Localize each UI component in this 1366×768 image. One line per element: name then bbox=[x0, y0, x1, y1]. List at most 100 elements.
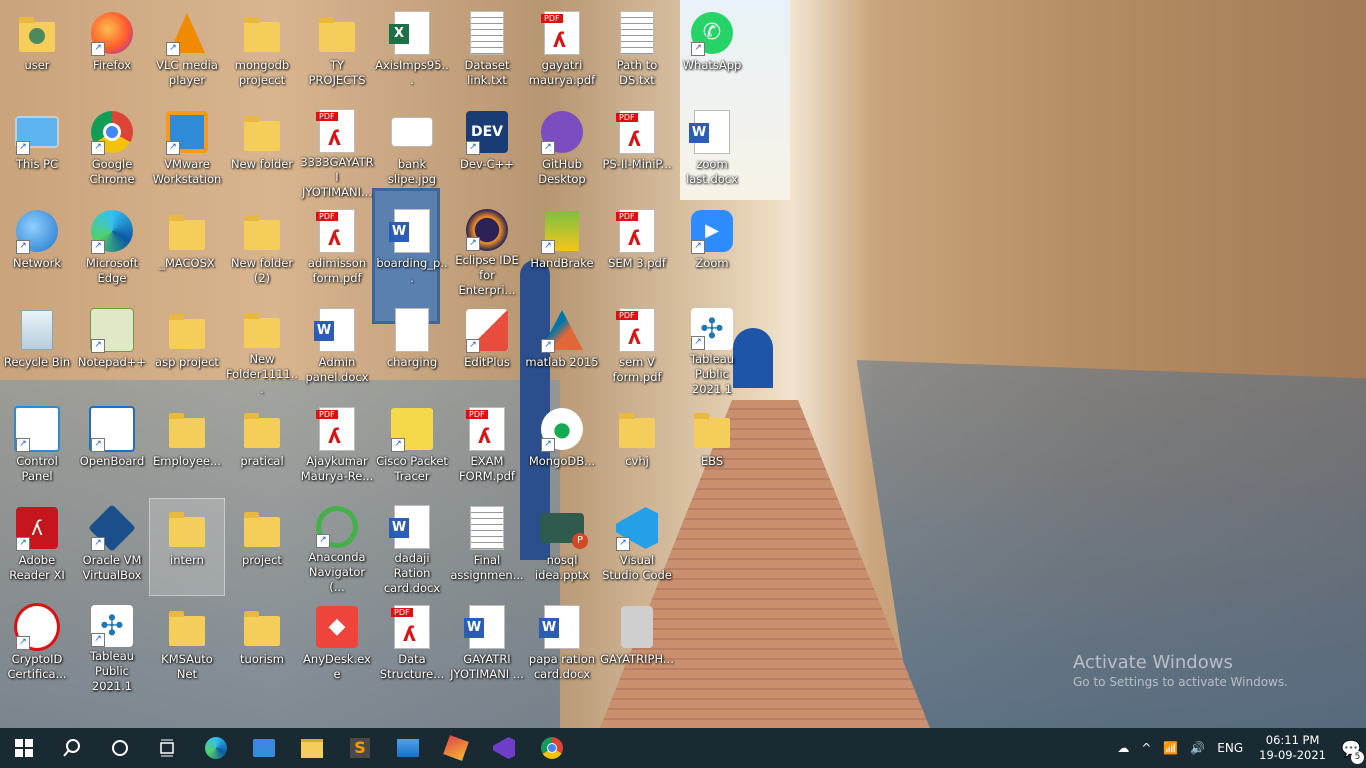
taskbar-edge[interactable] bbox=[192, 728, 240, 768]
desktop-icon-firefox[interactable]: ↗ Firefox bbox=[75, 4, 149, 100]
desktop-icon-papa-ration-card-docx[interactable]: Wpapa ration card.docx bbox=[525, 598, 599, 694]
taskbar-store[interactable] bbox=[240, 728, 288, 768]
desktop-icon-cisco-packet-tracer[interactable]: ↗ Cisco Packet Tracer bbox=[375, 400, 449, 496]
desktop-icon-mongodb[interactable]: ● ↗ MongoDB... bbox=[525, 400, 599, 496]
desktop-icon-anydesk-exe[interactable]: ◆ AnyDesk.exe bbox=[300, 598, 374, 694]
desktop-icon-microsoft-edge[interactable]: ↗ Microsoft Edge bbox=[75, 202, 149, 298]
desktop-icon-tuorism[interactable]: tuorism bbox=[225, 598, 299, 694]
desktop-icon-this-pc[interactable]: ↗ This PC bbox=[0, 103, 74, 199]
file-explorer-icon bbox=[301, 738, 323, 758]
desktop-icon-gayatri-maurya-pdf[interactable]: PDF ʎ gayatri maurya.pdf bbox=[525, 4, 599, 100]
weather-button[interactable]: ☁ bbox=[1111, 741, 1135, 755]
clock-time: 06:11 PM bbox=[1265, 733, 1320, 747]
desktop-icon-sem-3-pdf[interactable]: PDF ʎ SEM 3.pdf bbox=[600, 202, 674, 298]
start-button[interactable] bbox=[0, 728, 48, 768]
desktop-icon-data-structure[interactable]: PDF ʎ Data Structure... bbox=[375, 598, 449, 694]
cortana-button[interactable] bbox=[96, 728, 144, 768]
desktop-icon-charging[interactable]: charging bbox=[375, 301, 449, 397]
desktop-icon-vlc-media-player[interactable]: ↗ VLC media player bbox=[150, 4, 224, 100]
desktop-icon-whatsapp[interactable]: ✆ ↗ WhatsApp bbox=[675, 4, 749, 100]
desktop-icon-cryptoid-certifica[interactable]: ↗ CryptoID Certifica... bbox=[0, 598, 74, 694]
desktop-icon-adimisson-form-pdf[interactable]: PDF ʎ adimisson form.pdf bbox=[300, 202, 374, 298]
folder-icon bbox=[169, 512, 205, 547]
desktop-icon-ajaykumar-maurya-re[interactable]: PDF ʎ Ajaykumar Maurya-Re... bbox=[300, 400, 374, 496]
desktop-icon-intern[interactable]: intern bbox=[149, 498, 225, 596]
desktop-icon-dadaji-ration-card-docx[interactable]: Wdadaji Ration card.docx bbox=[375, 499, 449, 595]
action-center-button[interactable]: 💬 5 bbox=[1336, 739, 1366, 764]
taskbar-app[interactable] bbox=[432, 728, 480, 768]
taskbar-sublime[interactable]: S bbox=[336, 728, 384, 768]
desktop-icon-path-to-ds-txt[interactable]: Path to DS.txt bbox=[600, 4, 674, 100]
desktop-icon-tableau-public-2021-1[interactable]: ✣ ↗ Tableau Public 2021.1 bbox=[75, 598, 149, 694]
language-indicator[interactable]: ENG bbox=[1211, 741, 1249, 755]
desktop-icon-notepad[interactable]: ↗ Notepad++ bbox=[75, 301, 149, 397]
desktop-icon-adobe-reader-xi[interactable]: ʎ ↗ Adobe Reader XI bbox=[0, 499, 74, 595]
desktop-icon-new-folder[interactable]: New folder bbox=[225, 103, 299, 199]
desktop-icon-github-desktop[interactable]: ↗ GitHub Desktop bbox=[525, 103, 599, 199]
desktop-icon-openboard[interactable]: ↗ OpenBoard bbox=[75, 400, 149, 496]
icon-image: ✣ ↗ bbox=[89, 604, 135, 647]
taskbar-chrome[interactable] bbox=[528, 728, 576, 768]
desktop-icon-admin-panel-docx[interactable]: W Admin panel.docx bbox=[300, 301, 374, 397]
desktop-icon-kmsauto-net[interactable]: KMSAuto Net bbox=[150, 598, 224, 694]
show-hidden-icons[interactable]: ^ bbox=[1135, 741, 1157, 755]
desktop-icon-matlab-2015[interactable]: ↗ matlab 2015 bbox=[525, 301, 599, 397]
clock[interactable]: 06:11 PM 19-09-2021 bbox=[1249, 733, 1336, 763]
desktop-icon-asp-project[interactable]: asp project bbox=[150, 301, 224, 397]
desktop-icon-control-panel[interactable]: ↗ Control Panel bbox=[0, 400, 74, 496]
pdf-icon: PDF ʎ bbox=[616, 110, 655, 154]
desktop-icon-macosx[interactable]: _MACOSX bbox=[150, 202, 224, 298]
desktop-icon-gayatriph[interactable]: GAYATRIPH... bbox=[600, 598, 674, 694]
desktop-icon-mongodb-projecct[interactable]: mongodb projecct bbox=[225, 4, 299, 100]
desktop-icon-tableau-public-2021-1[interactable]: ✣ ↗ Tableau Public 2021.1 bbox=[675, 301, 749, 397]
desktop-icon-ebs[interactable]: EBS bbox=[675, 400, 749, 496]
desktop-icon-anaconda-navigator[interactable]: ↗ Anaconda Navigator (... bbox=[300, 499, 374, 595]
volume-button[interactable]: 🔊 bbox=[1184, 741, 1211, 755]
desktop-icon-network[interactable]: ↗ Network bbox=[0, 202, 74, 298]
icon-label: Oracle VM VirtualBox bbox=[82, 553, 142, 582]
desktop-icon-exam-form-pdf[interactable]: PDF ʎ EXAM FORM.pdf bbox=[450, 400, 524, 496]
desktop-icon-ty-projects[interactable]: TY PROJECTS bbox=[300, 4, 374, 100]
desktop-icon-new-folder1111[interactable]: New Folder1111... bbox=[225, 301, 299, 397]
icon-image: ● ↗ bbox=[539, 406, 585, 452]
task-view-button[interactable] bbox=[144, 728, 192, 768]
desktop-icon-editplus[interactable]: ↗ EditPlus bbox=[450, 301, 524, 397]
desktop-icon-user[interactable]: user bbox=[0, 4, 74, 100]
desktop-icon-handbrake[interactable]: ↗ HandBrake bbox=[525, 202, 599, 298]
desktop-icon-recycle-bin[interactable]: Recycle Bin bbox=[0, 301, 74, 397]
cortana-icon bbox=[112, 740, 128, 756]
desktop-icon-nosql-idea-pptx[interactable]: Pnosql idea.pptx bbox=[525, 499, 599, 595]
desktop-icon-boarding-p[interactable]: Wboarding_p... bbox=[375, 202, 449, 298]
desktop-icon-eclipse-ide-for-enterpri[interactable]: ↗ Eclipse IDE for Enterpri... bbox=[450, 202, 524, 298]
shortcut-arrow-icon: ↗ bbox=[466, 237, 480, 251]
desktop-icon-pratical[interactable]: pratical bbox=[225, 400, 299, 496]
desktop-icon-dataset-link-txt[interactable]: Dataset link.txt bbox=[450, 4, 524, 100]
desktop-icon-sem-v-form-pdf[interactable]: PDF ʎ sem V form.pdf bbox=[600, 301, 674, 397]
desktop-icon-new-folder-2[interactable]: New folder (2) bbox=[225, 202, 299, 298]
desktop-icon-zoom-last-docx[interactable]: Wzoom last.docx bbox=[675, 103, 749, 199]
desktop-icon-vmware-workstation[interactable]: ↗ VMware Workstation bbox=[150, 103, 224, 199]
search-button[interactable] bbox=[48, 728, 96, 768]
user-folder-icon bbox=[19, 17, 55, 52]
desktop-icon-gayatri-jyotimani[interactable]: W GAYATRI JYOTIMANI ... bbox=[450, 598, 524, 694]
taskbar: S ☁ ^ 📶 🔊 ENG 06:11 PM 19-09-2021 💬 5 bbox=[0, 728, 1366, 768]
desktop-icon-final-assignmen[interactable]: Final assignmen... bbox=[450, 499, 524, 595]
taskbar-visual-studio[interactable] bbox=[480, 728, 528, 768]
desktop-icon-visual-studio-code[interactable]: ↗ Visual Studio Code bbox=[600, 499, 674, 595]
taskbar-photos[interactable] bbox=[384, 728, 432, 768]
taskbar-file-explorer[interactable] bbox=[288, 728, 336, 768]
desktop-icon-axisimps95[interactable]: X AxisImps95... bbox=[375, 4, 449, 100]
icon-label: tuorism bbox=[240, 652, 284, 666]
desktop-icon-oracle-vm-virtualbox[interactable]: ↗ Oracle VM VirtualBox bbox=[75, 499, 149, 595]
desktop-icon-3333gayatri-jyotimani[interactable]: PDF ʎ 3333GAYATRI JYOTIMANI... bbox=[300, 103, 374, 199]
icon-image bbox=[614, 604, 660, 650]
desktop-icon-ps-ii-minip[interactable]: PDF ʎ PS-II-MiniP... bbox=[600, 103, 674, 199]
desktop-icon-google-chrome[interactable]: ↗ Google Chrome bbox=[75, 103, 149, 199]
desktop-icon-zoom[interactable]: ▶ ↗ Zoom bbox=[675, 202, 749, 298]
desktop-icon-project[interactable]: project bbox=[225, 499, 299, 595]
desktop-icon-cvhj[interactable]: cvhj bbox=[600, 400, 674, 496]
desktop-icon-bank-slipe-jpg[interactable]: bank slipe.jpg bbox=[375, 103, 449, 199]
desktop-icon-dev-c[interactable]: DEV ↗ Dev-C++ bbox=[450, 103, 524, 199]
network-button[interactable]: 📶 bbox=[1157, 741, 1184, 755]
desktop-icon-employee[interactable]: Employee... bbox=[150, 400, 224, 496]
